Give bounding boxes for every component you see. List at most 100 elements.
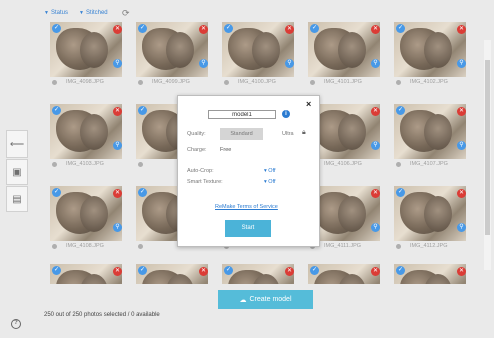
app-window: ▼ Status ▼ Stitched ⟳ ✓ ✕ ⚲ IMG_4098.JPG ✓ ✕ ⚲… xyxy=(0,0,494,338)
quality-label: Quality: xyxy=(187,131,206,137)
zoom-icon[interactable]: ⚲ xyxy=(199,59,208,68)
photo-thumbnail[interactable]: ✓ xyxy=(50,264,122,284)
remove-photo-icon[interactable]: ✕ xyxy=(285,267,294,276)
zoom-icon[interactable]: ⚲ xyxy=(371,59,380,68)
zoom-icon[interactable]: ⚲ xyxy=(285,59,294,68)
photo-filename: IMG_4101.JPG xyxy=(324,79,362,85)
photo-content xyxy=(80,114,108,150)
selected-check-icon[interactable]: ✓ xyxy=(52,188,61,197)
remove-photo-icon[interactable]: ✕ xyxy=(113,25,122,34)
add-photos-button[interactable]: ▤ xyxy=(6,186,28,212)
photo-content xyxy=(424,32,452,68)
autocrop-dropdown[interactable]: ▾ Off xyxy=(264,168,276,174)
status-filter[interactable]: ▼ Status xyxy=(44,10,68,16)
photo-thumbnail[interactable]: ✓ xyxy=(50,22,122,77)
model-name-input[interactable] xyxy=(208,110,276,119)
back-button[interactable]: ⟵ xyxy=(6,130,28,158)
photo-thumbnail[interactable]: ✓ xyxy=(50,104,122,159)
selection-status: 250 out of 250 photos selected / 0 avail… xyxy=(44,312,160,318)
remove-photo-icon[interactable]: ✕ xyxy=(457,267,466,276)
zoom-icon[interactable]: ⚲ xyxy=(457,59,466,68)
photo-filename: IMG_4103.JPG xyxy=(66,161,104,167)
photo-thumbnail[interactable]: ✓ xyxy=(222,22,294,77)
status-dot xyxy=(52,162,57,167)
create-model-label: Create model xyxy=(249,296,292,303)
grid-scrollbar[interactable] xyxy=(484,40,491,270)
selected-check-icon[interactable]: ✓ xyxy=(52,266,61,275)
photo-thumbnail[interactable]: ✓ xyxy=(394,186,466,241)
photo-thumbnail[interactable]: ✓ xyxy=(50,186,122,241)
status-dot xyxy=(396,162,401,167)
selected-check-icon[interactable]: ✓ xyxy=(138,106,147,115)
zoom-icon[interactable]: ⚲ xyxy=(457,223,466,232)
photo-thumbnail[interactable]: ✓ xyxy=(308,264,380,284)
photo-content xyxy=(252,32,280,68)
selected-check-icon[interactable]: ✓ xyxy=(52,106,61,115)
help-icon[interactable]: ? xyxy=(11,319,21,329)
refresh-icon[interactable]: ⟳ xyxy=(122,8,130,19)
remove-photo-icon[interactable]: ✕ xyxy=(371,107,380,116)
left-toolbar: ⟵ ▣ ▤ xyxy=(6,130,28,212)
photo-content xyxy=(424,114,452,150)
photo-thumbnail[interactable]: ✓ xyxy=(394,264,466,284)
chevron-down-icon: ▼ xyxy=(79,10,84,16)
remove-photo-icon[interactable]: ✕ xyxy=(285,25,294,34)
cloud-icon: ☁ xyxy=(239,296,247,304)
selected-check-icon[interactable]: ✓ xyxy=(224,266,233,275)
remove-photo-icon[interactable]: ✕ xyxy=(457,189,466,198)
selected-check-icon[interactable]: ✓ xyxy=(138,266,147,275)
selected-check-icon[interactable]: ✓ xyxy=(396,106,405,115)
selected-check-icon[interactable]: ✓ xyxy=(138,24,147,33)
photo-filename: IMG_4111.JPG xyxy=(324,243,362,249)
selected-check-icon[interactable]: ✓ xyxy=(310,266,319,275)
info-icon[interactable]: i xyxy=(282,110,290,118)
zoom-icon[interactable]: ⚲ xyxy=(113,223,122,232)
charge-value: Free xyxy=(220,147,232,153)
close-icon[interactable]: × xyxy=(306,99,311,109)
photo-content xyxy=(338,196,366,232)
quality-standard-button[interactable]: Standard xyxy=(220,128,263,140)
selected-check-icon[interactable]: ✓ xyxy=(310,24,319,33)
remove-photo-icon[interactable]: ✕ xyxy=(371,25,380,34)
smart-texture-dropdown[interactable]: ▾ Off xyxy=(264,179,276,185)
remove-photo-icon[interactable]: ✕ xyxy=(457,107,466,116)
stitched-filter-label: Stitched xyxy=(85,10,108,16)
photo-thumbnail[interactable]: ✓ xyxy=(222,264,294,284)
remove-photo-icon[interactable]: ✕ xyxy=(113,189,122,198)
remove-photo-icon[interactable]: ✕ xyxy=(199,25,208,34)
selected-check-icon[interactable]: ✓ xyxy=(224,24,233,33)
photos-button[interactable]: ▣ xyxy=(6,159,28,185)
photo-thumbnail[interactable]: ✓ xyxy=(394,22,466,77)
photo-thumbnail[interactable]: ✓ xyxy=(308,22,380,77)
scrollbar-thumb[interactable] xyxy=(485,60,490,235)
remove-photo-icon[interactable]: ✕ xyxy=(199,267,208,276)
status-dot xyxy=(52,244,57,249)
selected-check-icon[interactable]: ✓ xyxy=(396,24,405,33)
selected-check-icon[interactable]: ✓ xyxy=(52,24,61,33)
zoom-icon[interactable]: ⚲ xyxy=(457,141,466,150)
terms-link[interactable]: ReMake Terms of Service xyxy=(215,204,278,210)
remove-photo-icon[interactable]: ✕ xyxy=(371,189,380,198)
create-model-button[interactable]: ☁ Create model xyxy=(218,290,313,309)
quality-ultra-option[interactable]: Ultra xyxy=(282,131,294,137)
remove-photo-icon[interactable]: ✕ xyxy=(457,25,466,34)
selected-check-icon[interactable]: ✓ xyxy=(396,188,405,197)
stitched-filter[interactable]: ▼ Stitched xyxy=(79,10,108,16)
zoom-icon[interactable]: ⚲ xyxy=(371,223,380,232)
remove-photo-icon[interactable]: ✕ xyxy=(113,107,122,116)
selected-check-icon[interactable]: ✓ xyxy=(138,188,147,197)
autocrop-value: Off xyxy=(268,168,276,174)
zoom-icon[interactable]: ⚲ xyxy=(113,59,122,68)
status-dot xyxy=(396,244,401,249)
photo-content xyxy=(338,114,366,150)
photo-thumbnail[interactable]: ✓ xyxy=(136,264,208,284)
remove-photo-icon[interactable]: ✕ xyxy=(371,267,380,276)
zoom-icon[interactable]: ⚲ xyxy=(371,141,380,150)
photo-content xyxy=(80,32,108,68)
start-button[interactable]: Start xyxy=(225,220,271,237)
remove-photo-icon[interactable]: ✕ xyxy=(113,267,122,276)
photo-thumbnail[interactable]: ✓ xyxy=(136,22,208,77)
selected-check-icon[interactable]: ✓ xyxy=(396,266,405,275)
zoom-icon[interactable]: ⚲ xyxy=(113,141,122,150)
photo-thumbnail[interactable]: ✓ xyxy=(394,104,466,159)
